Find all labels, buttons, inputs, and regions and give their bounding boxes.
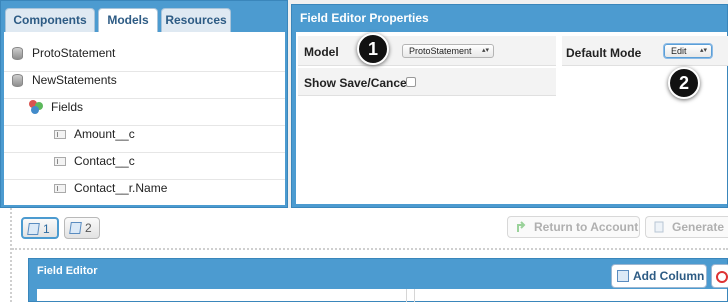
model-select-value: ProtoStatement (409, 46, 472, 56)
page-tab-label: 2 (85, 221, 92, 235)
delete-icon (716, 271, 728, 283)
tree-item-fields[interactable]: Fields (29, 94, 83, 120)
tree-item-label: NewStatements (32, 73, 117, 87)
divider (12, 248, 728, 250)
field-icon (54, 129, 66, 139)
page-icon (69, 222, 82, 234)
page-icon (27, 223, 40, 235)
document-icon (654, 221, 664, 233)
model-select[interactable]: ProtoStatement ▴▾ (402, 44, 494, 58)
tree-item-protostatement[interactable]: ProtoStatement (12, 40, 115, 66)
default-mode-value: Edit (671, 46, 687, 56)
page-tab-label: 1 (43, 222, 50, 236)
show-save-cancel-checkbox[interactable] (406, 77, 416, 87)
field-editor-title: Field Editor (37, 265, 98, 277)
tab-components[interactable]: Components (5, 8, 95, 32)
callout-marker-2: 2 (668, 67, 700, 99)
components-panel: Components Models Resources ProtoStateme… (0, 0, 288, 208)
add-column-button[interactable]: Add Column (611, 264, 707, 288)
field-icon (54, 156, 66, 166)
default-mode-select[interactable]: Edit ▴▾ (664, 44, 712, 58)
fields-group-icon (29, 100, 43, 114)
add-column-label: Add Column (633, 269, 705, 283)
tree-item-label: ProtoStatement (32, 46, 116, 60)
field-editor-properties-panel: Field Editor Properties Model ProtoState… (291, 4, 728, 208)
generate-button[interactable]: Generate (645, 216, 728, 238)
divider (4, 152, 285, 153)
return-arrow-icon (517, 221, 526, 232)
tree-item-label: Amount__c (74, 127, 135, 141)
column-divider (406, 289, 407, 302)
show-save-cancel-label: Show Save/Cancel (304, 76, 411, 90)
tree-item-field[interactable]: Contact__r.Name (54, 175, 167, 201)
column-divider (414, 289, 415, 302)
tree-item-label: Contact__c (74, 154, 135, 168)
panel-title: Field Editor Properties (300, 11, 429, 25)
model-label: Model (304, 45, 339, 59)
field-icon (54, 183, 66, 193)
divider (4, 125, 285, 126)
callout-marker-1: 1 (357, 33, 389, 65)
generate-label: Generate (672, 220, 725, 234)
divider (10, 208, 12, 302)
return-to-account-label: Return to Account (534, 220, 639, 234)
tree-item-field[interactable]: Amount__c (54, 121, 135, 147)
model-tree: ProtoStatement NewStatements Fields Amou… (4, 32, 285, 205)
tree-item-label: Contact__r.Name (74, 181, 168, 195)
default-mode-label: Default Mode (566, 46, 642, 60)
remove-component-button[interactable] (711, 264, 728, 288)
return-to-account-button[interactable]: Return to Account (507, 216, 640, 238)
database-icon (12, 73, 23, 87)
tab-models[interactable]: Models (98, 8, 158, 32)
select-arrows-icon: ▴▾ (699, 47, 707, 54)
select-arrows-icon: ▴▾ (481, 47, 489, 54)
add-column-icon (617, 270, 629, 282)
database-icon (12, 46, 23, 60)
tree-item-field[interactable]: Contact__c (54, 148, 135, 174)
tree-item-newstatements[interactable]: NewStatements (12, 67, 117, 93)
tab-resources[interactable]: Resources (161, 8, 231, 32)
page-tab-1[interactable]: 1 (21, 217, 59, 239)
field-editor-body (37, 289, 727, 301)
left-tabs: Components Models Resources (5, 8, 231, 32)
page-tab-2[interactable]: 2 (64, 217, 100, 239)
tree-item-label: Fields (51, 100, 84, 114)
